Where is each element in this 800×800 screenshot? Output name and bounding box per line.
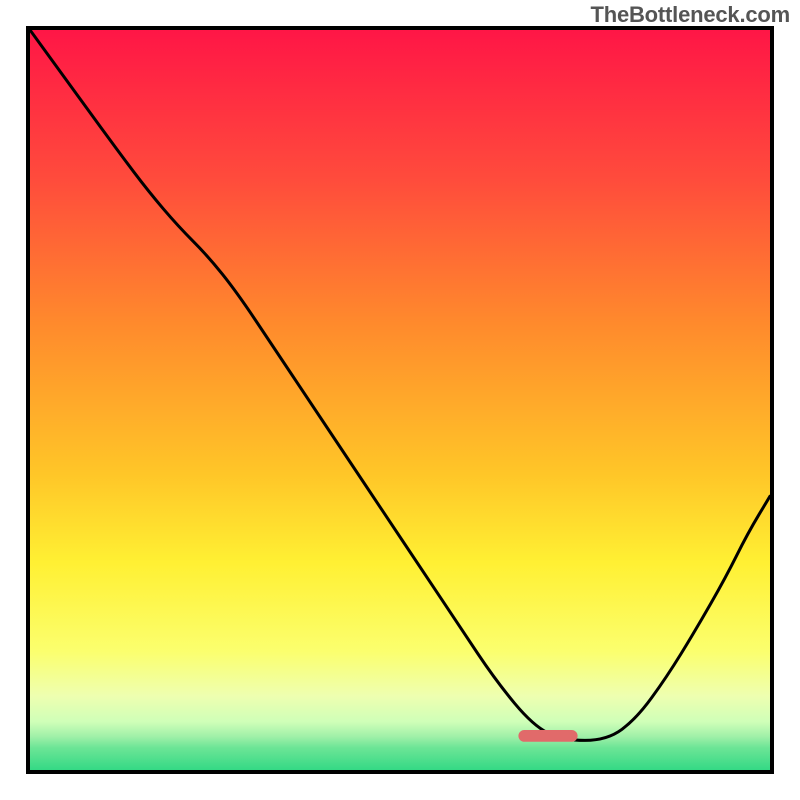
gradient-background xyxy=(30,30,770,770)
chart-container: TheBottleneck.com xyxy=(0,0,800,800)
watermark-label: TheBottleneck.com xyxy=(590,2,790,28)
plot-area xyxy=(26,26,774,774)
chart-svg xyxy=(30,30,770,770)
optimal-marker xyxy=(518,730,577,742)
